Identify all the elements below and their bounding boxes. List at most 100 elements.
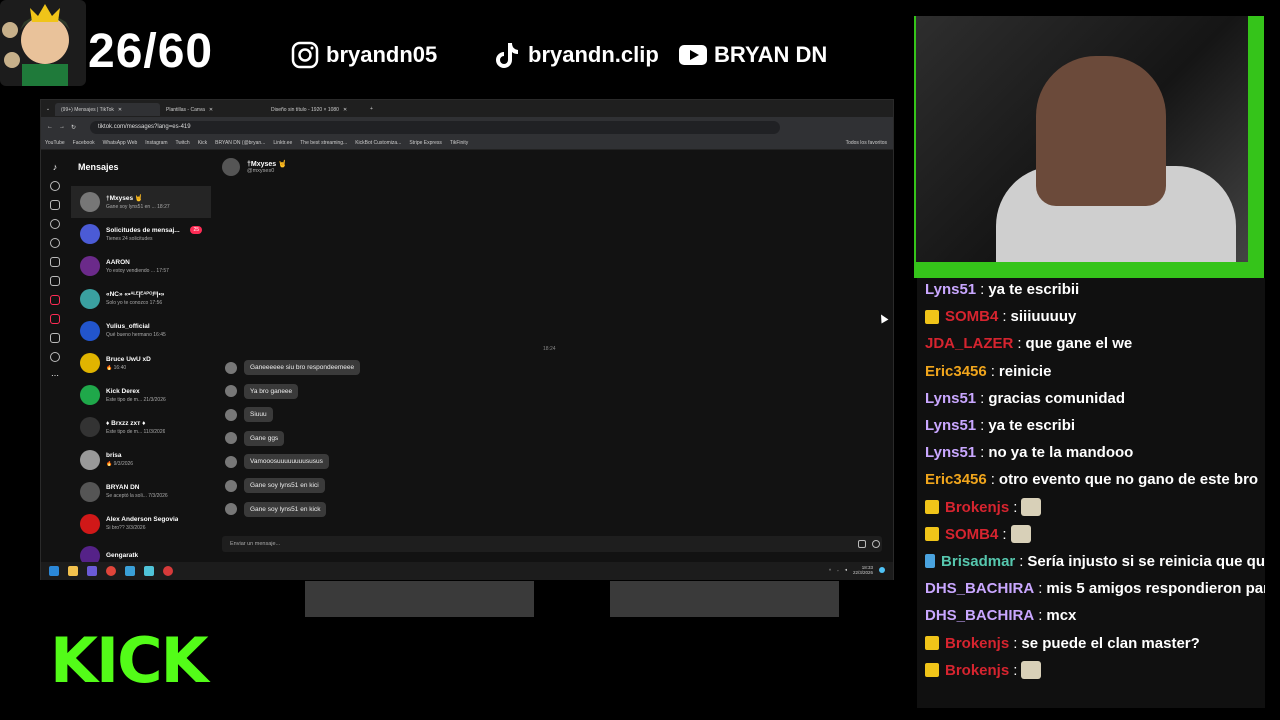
list-item[interactable]: †Mxyses 🤘 Gane soy lyns51 en ... 18:27: [71, 186, 211, 219]
telegram-icon[interactable]: [125, 566, 135, 576]
chat-username[interactable]: Eric3456: [925, 358, 987, 385]
list-item[interactable]: Yulius_official Qué bueno hermano 16:45: [71, 315, 211, 347]
bookmark-whatsapp[interactable]: WhatsApp Web: [103, 140, 138, 146]
message-input[interactable]: Enviar un mensaje...: [222, 536, 882, 552]
discord-icon[interactable]: [87, 566, 97, 576]
file-explorer-icon[interactable]: [68, 566, 78, 576]
messages-icon[interactable]: [50, 314, 60, 324]
list-item[interactable]: Alex Anderson Segovia Si bro?? 3/3/2026: [71, 508, 211, 540]
list-item[interactable]: AARON Yo estoy vendiendo ... 17:57: [71, 250, 211, 282]
inbox-icon[interactable]: [50, 295, 60, 305]
message-bubble[interactable]: Gane ggs: [244, 430, 285, 446]
back-icon[interactable]: ←: [47, 124, 53, 130]
chat-username[interactable]: Eric3456: [925, 466, 987, 493]
profile-icon[interactable]: [50, 352, 60, 362]
wifi-icon[interactable]: ◦: [837, 568, 839, 573]
home-icon[interactable]: [50, 200, 60, 210]
chat-username[interactable]: DHS_BACHIRA: [925, 602, 1034, 629]
bookmark-youtube[interactable]: YouTube: [45, 140, 65, 146]
list-item[interactable]: Solicitudes de mensaj... Tienes 24 solici…: [71, 218, 211, 250]
bookmark-instagram[interactable]: Instagram: [145, 140, 167, 146]
chrome-icon[interactable]: [106, 566, 116, 576]
list-item[interactable]: BRYAN DN Se aceptó la soli... 7/3/2026: [71, 476, 211, 508]
list-item[interactable]: «NC» «•ᴬᴸᴱ|ᴱᴬᴾᴼ/ᴵᴵ|•» Solo yo te conozco …: [71, 283, 211, 315]
obs-icon[interactable]: [163, 566, 173, 576]
upload-icon[interactable]: [50, 333, 60, 343]
message-bubble[interactable]: Vamooosuuuuuuuususus: [244, 454, 329, 470]
more-icon[interactable]: ⋯: [51, 371, 59, 380]
conversation-text: brisa 🔥 9/3/2026: [106, 452, 133, 467]
message-bubble[interactable]: Gane soy lyns51 en kick: [244, 501, 327, 517]
bookmark-kick[interactable]: Kick: [198, 140, 207, 146]
bookmark-stripe[interactable]: Stripe Express: [409, 140, 442, 146]
chat-message: Brokenjs: se puede el clan master?: [917, 629, 1265, 656]
chat-username[interactable]: Lyns51: [925, 412, 976, 439]
chat-username[interactable]: DHS_BACHIRA: [925, 575, 1034, 602]
explore-icon[interactable]: [50, 219, 60, 229]
chat-username[interactable]: SOMB4: [945, 521, 998, 548]
list-item[interactable]: Bruce UwU xD 🔥 16:40: [71, 347, 211, 379]
bookmark-twitch[interactable]: Twitch: [176, 140, 190, 146]
search-icon[interactable]: [50, 181, 60, 191]
windows-start-icon[interactable]: [49, 566, 59, 576]
avatar[interactable]: [225, 385, 237, 398]
chat-contact-name[interactable]: †Mxyses 🤘: [247, 160, 287, 168]
forward-icon[interactable]: →: [59, 124, 65, 130]
chat-username[interactable]: Brisadmar: [941, 548, 1015, 575]
live-icon[interactable]: [50, 276, 60, 286]
avatar[interactable]: [225, 432, 237, 445]
message-bubble[interactable]: Siuuu: [244, 407, 273, 423]
image-upload-icon[interactable]: [858, 540, 866, 548]
list-item[interactable]: Kick Derex Este tipo de m... 21/3/2026: [71, 379, 211, 411]
bookmark-streaming[interactable]: The best streaming...: [300, 140, 347, 146]
message-bubble[interactable]: Ganeeeeee siu bro respondeemeee: [244, 360, 361, 375]
bookmark-linktree[interactable]: Linktr.ee: [273, 140, 292, 146]
chat-username[interactable]: Lyns51: [925, 385, 976, 412]
chevron-up-icon[interactable]: ^: [829, 568, 831, 573]
close-icon[interactable]: ✕: [118, 107, 122, 113]
close-icon[interactable]: ✕: [343, 107, 347, 113]
friends-icon[interactable]: [50, 257, 60, 267]
tab-canva-templates[interactable]: Plantillas - Canva ✕: [160, 103, 265, 116]
chat-username[interactable]: Lyns51: [925, 278, 976, 303]
bookmark-kickbot[interactable]: KickBot Customiza...: [355, 140, 401, 146]
avatar[interactable]: [225, 479, 237, 492]
conversation-name: BRYAN DN: [106, 484, 140, 492]
clock-date[interactable]: 22/3/2026: [853, 570, 873, 575]
avatar[interactable]: [225, 503, 237, 516]
chat-username[interactable]: Brokenjs: [945, 494, 1009, 521]
tab-menu-icon[interactable]: ⌄: [41, 106, 55, 112]
volume-icon[interactable]: ◂: [845, 567, 847, 573]
message-bubble[interactable]: Gane soy lyns51 en kici: [244, 478, 325, 493]
new-tab-icon[interactable]: +: [370, 106, 373, 112]
reload-icon[interactable]: ↻: [71, 124, 76, 131]
list-item[interactable]: ♦ Brxzz ᴢxᴛ ♦ Este tipo de m... 11/3/2026: [71, 411, 211, 443]
message-bubble[interactable]: Ya bro ganeee: [244, 383, 299, 399]
tab-canva-design[interactable]: Diseño sin título - 1920 × 1080 ✕: [265, 103, 370, 116]
bookmark-bryandn[interactable]: BRYAN DN (@bryan...: [215, 140, 265, 146]
all-bookmarks[interactable]: Todos los favoritos: [846, 140, 887, 146]
tab-tiktok-messages[interactable]: (99+) Mensajes | TikTok ✕: [55, 103, 160, 116]
chat-username[interactable]: SOMB4: [945, 303, 998, 330]
emoji-icon[interactable]: [872, 540, 880, 548]
tiktok-logo-icon[interactable]: ♪: [53, 162, 58, 172]
chat-username[interactable]: Brokenjs: [945, 630, 1009, 657]
avatar[interactable]: [225, 408, 237, 421]
close-icon[interactable]: ✕: [209, 107, 213, 113]
chat-username[interactable]: Lyns51: [925, 439, 976, 466]
chat-username[interactable]: JDA_LAZER: [925, 330, 1013, 357]
chat-separator: :: [1038, 607, 1043, 625]
following-icon[interactable]: [50, 238, 60, 248]
avatar[interactable]: [222, 158, 240, 176]
bookmark-facebook[interactable]: Facebook: [73, 140, 95, 146]
url-input[interactable]: tiktok.com/messages?lang=es-419: [90, 120, 781, 134]
avatar[interactable]: [225, 361, 237, 374]
notification-icon[interactable]: [879, 567, 885, 573]
bookmark-tikfinity[interactable]: TikFinity: [450, 140, 468, 146]
avatar[interactable]: [225, 455, 237, 468]
chat-username[interactable]: Brokenjs: [945, 657, 1009, 684]
chat-text: otro evento que no gano de este bro: [998, 471, 1259, 489]
windows-taskbar: ^ ◦ ◂ 18:33 22/3/2026: [41, 562, 893, 580]
list-item[interactable]: brisa 🔥 9/3/2026: [71, 444, 211, 476]
capcut-icon[interactable]: [144, 566, 154, 576]
